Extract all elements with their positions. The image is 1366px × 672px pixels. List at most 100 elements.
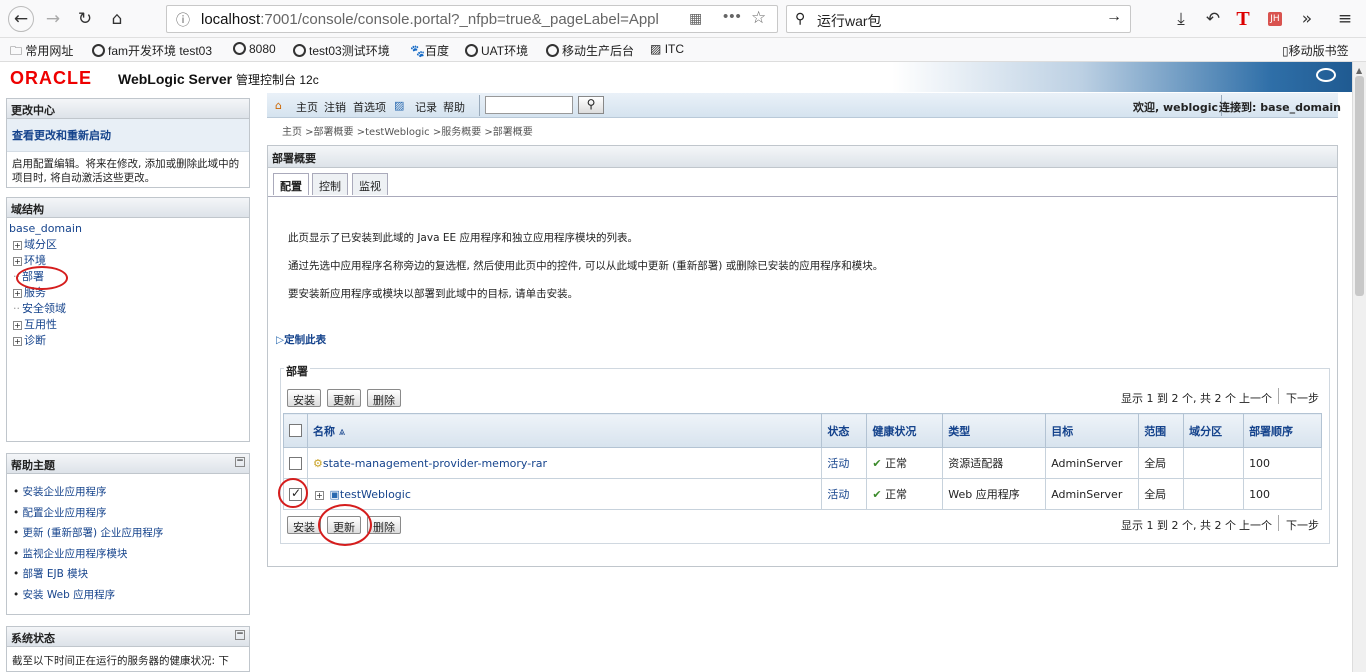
page-scrollbar[interactable]: ▲ <box>1352 62 1366 672</box>
next-link[interactable]: 下一步 <box>1286 517 1319 533</box>
update-button[interactable]: 更新 <box>327 389 361 407</box>
forward-icon[interactable]: → <box>40 6 66 32</box>
reload-icon[interactable]: ↻ <box>72 6 98 32</box>
column-header-health[interactable]: 健康状况 <box>866 413 944 448</box>
deployment-name-link[interactable]: testWeblogic <box>340 488 411 501</box>
panel-title: 系统状态 <box>11 632 55 645</box>
tree-item-interoperability[interactable]: 互用性 <box>24 318 57 331</box>
connected-text: 连接到: base_domain <box>1219 101 1341 114</box>
search-icon: ⚲ <box>795 10 806 26</box>
oracle-logo: ORACLE <box>10 68 92 88</box>
deployment-name-link[interactable]: state-management-provider-memory-rar <box>323 457 547 470</box>
bookmark-item[interactable]: 🐾百度 <box>410 42 449 59</box>
help-link[interactable]: 更新 (重新部署) 企业应用程序 <box>23 527 164 539</box>
target-cell: AdminServer <box>1045 447 1140 479</box>
preferences-link[interactable]: 首选项 <box>353 99 386 115</box>
help-link[interactable]: 部署 EJB 模块 <box>23 568 89 580</box>
row-checkbox[interactable] <box>289 456 302 470</box>
view-changes-link[interactable]: 查看更改和重新启动 <box>12 129 111 142</box>
delete-button[interactable]: 删除 <box>367 516 401 534</box>
bookmark-item[interactable]: fam开发环境 test03 <box>92 42 212 59</box>
search-button[interactable]: ⚲ <box>578 96 604 114</box>
page-title: 部署概要 <box>268 146 1337 168</box>
mobile-bookmarks[interactable]: ▯移动版书签 <box>1282 42 1349 59</box>
breadcrumb[interactable]: 主页 >部署概要 >testWeblogic >服务概要 >部署概要 <box>282 123 533 138</box>
tree-item-diagnostics[interactable]: 诊断 <box>24 334 46 347</box>
webapp-icon: ▣ <box>329 487 340 501</box>
menu-icon[interactable]: ≡ <box>1332 6 1358 32</box>
t-extension-icon[interactable]: T <box>1230 6 1256 32</box>
help-link[interactable]: 安装企业应用程序 <box>23 486 107 498</box>
search-icon: ⚲ <box>586 97 596 111</box>
more-icon[interactable]: ••• <box>723 8 742 25</box>
tab-configuration[interactable]: 配置 <box>273 173 309 195</box>
record-link[interactable]: 记录 <box>415 99 437 115</box>
help-link[interactable]: 监视企业应用程序模块 <box>23 548 128 560</box>
globe-icon <box>92 44 105 57</box>
console-header: ORACLE WebLogic Server 管理控制台 12c <box>0 62 1352 92</box>
console-search-input[interactable] <box>485 96 573 114</box>
search-input[interactable]: ⚲ 运行war包 → <box>786 5 1131 33</box>
state-link[interactable]: 活动 <box>827 457 849 470</box>
column-header-scope[interactable]: 范围 <box>1138 413 1185 448</box>
tree-root-base-domain[interactable]: base_domain <box>9 222 82 235</box>
next-link[interactable]: 下一步 <box>1286 390 1319 406</box>
home-icon[interactable]: ⌂ <box>104 6 130 32</box>
install-button[interactable]: 安装 <box>287 516 321 534</box>
install-button[interactable]: 安装 <box>287 389 321 407</box>
bookmark-item[interactable]: ▨ ITC <box>650 42 684 56</box>
prev-link[interactable]: 上一个 <box>1239 517 1272 533</box>
qr-icon[interactable]: ▦ <box>689 10 703 27</box>
column-header-order[interactable]: 部署顺序 <box>1243 413 1322 448</box>
help-link[interactable]: 安装 Web 应用程序 <box>23 589 116 601</box>
expand-icon[interactable]: + <box>315 490 324 500</box>
scrollbar-thumb[interactable] <box>1355 76 1364 296</box>
back-icon[interactable]: ← <box>8 6 34 32</box>
health-text: 正常 <box>885 488 908 501</box>
tree-item-security-realms[interactable]: 安全领域 <box>22 302 66 315</box>
bookmark-item[interactable]: test03测试环境 <box>293 42 390 59</box>
expand-icon[interactable]: + <box>13 289 22 298</box>
column-header-target[interactable]: 目标 <box>1045 413 1140 448</box>
order-cell: 100 <box>1243 447 1322 479</box>
target-cell: AdminServer <box>1045 478 1140 510</box>
expand-icon[interactable]: + <box>13 337 22 346</box>
change-center-text: 启用配置编辑。将来在修改, 添加或删除此域中的项目时, 将自动激活这些更改。 <box>7 151 249 190</box>
column-header-type[interactable]: 类型 <box>942 413 1047 448</box>
logout-link[interactable]: 注销 <box>324 99 346 115</box>
minimize-icon[interactable]: − <box>235 457 245 467</box>
star-icon[interactable]: ☆ <box>751 8 767 28</box>
customize-table-link[interactable]: 定制此表 <box>284 334 326 346</box>
state-link[interactable]: 活动 <box>827 488 849 501</box>
tab-control[interactable]: 控制 <box>312 173 348 195</box>
product-title: WebLogic Server 管理控制台 12c <box>118 71 319 87</box>
expand-icon[interactable]: + <box>13 257 22 266</box>
tab-monitoring[interactable]: 监视 <box>352 173 388 195</box>
prev-link[interactable]: 上一个 <box>1239 390 1272 406</box>
expand-icon[interactable]: + <box>13 321 22 330</box>
download-icon[interactable]: ⤓ <box>1168 6 1194 32</box>
select-all-checkbox[interactable] <box>289 424 302 438</box>
bookmark-item[interactable]: UAT环境 <box>465 42 528 59</box>
home-link[interactable]: 主页 <box>296 99 318 115</box>
undo-icon[interactable]: ↶ <box>1200 6 1226 32</box>
help-link[interactable]: 帮助 <box>443 99 465 115</box>
overflow-icon[interactable]: » <box>1294 6 1320 32</box>
paging-text: 显示 1 到 2 个, 共 2 个 <box>1121 392 1236 405</box>
go-arrow-icon[interactable]: → <box>1106 8 1122 26</box>
bookmark-item[interactable]: 🗀 常用网址 <box>10 42 73 63</box>
help-link[interactable]: 配置企业应用程序 <box>23 507 107 519</box>
column-header-partition[interactable]: 域分区 <box>1183 413 1245 448</box>
expand-icon[interactable]: + <box>13 241 22 250</box>
minimize-icon[interactable]: − <box>235 630 245 640</box>
tree-item-partitions[interactable]: 域分区 <box>24 238 57 251</box>
bookmark-item[interactable]: 移动生产后台 <box>546 42 634 59</box>
scope-cell: 全局 <box>1138 478 1185 510</box>
url-bar[interactable]: ⓘ localhost:7001/console/console.portal?… <box>166 5 778 33</box>
column-header-state[interactable]: 状态 <box>821 413 868 448</box>
info-icon: ⓘ <box>176 12 190 28</box>
bookmark-item[interactable]: 8080 <box>233 42 276 56</box>
column-header-name[interactable]: 名称 ⩓ <box>306 413 823 448</box>
delete-button[interactable]: 删除 <box>367 389 401 407</box>
jh-extension-icon[interactable]: JH <box>1268 12 1282 26</box>
